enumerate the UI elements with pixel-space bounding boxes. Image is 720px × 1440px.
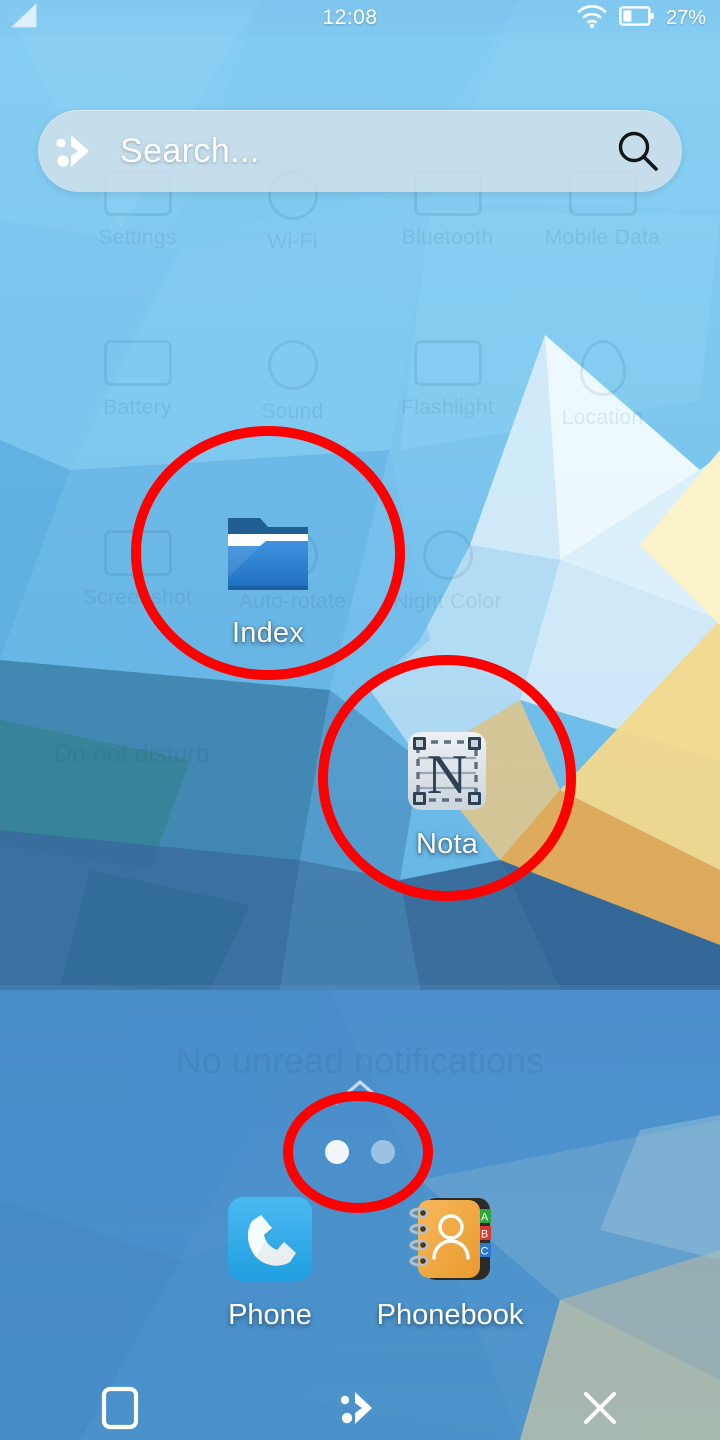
svg-text:N: N <box>427 744 467 806</box>
page-dot-2[interactable] <box>371 1140 395 1164</box>
app-label: Phonebook <box>376 1299 524 1331</box>
close-x-icon <box>578 1386 622 1435</box>
svg-text:B: B <box>481 1229 488 1241</box>
app-label: Phone <box>228 1299 312 1331</box>
magnifier-icon[interactable] <box>594 128 682 174</box>
battery-icon <box>619 4 655 33</box>
navigation-bar <box>0 1380 720 1440</box>
wifi-icon <box>576 3 608 34</box>
status-bar-center: 12:08 <box>170 6 530 30</box>
kde-plasma-logo-icon <box>38 127 114 175</box>
svg-text:C: C <box>481 1246 489 1258</box>
dock-app-phonebook[interactable]: A B C Phonebook <box>355 1195 545 1332</box>
chevron-up-icon[interactable] <box>330 1075 390 1114</box>
dock-app-phone[interactable]: Phone <box>175 1195 365 1332</box>
status-bar-left <box>0 2 170 35</box>
app-label: Index <box>232 617 304 649</box>
note-editor-icon: N <box>352 730 542 817</box>
app-label: Nota <box>415 828 479 860</box>
desktop-app-nota[interactable]: N Nota <box>352 730 542 861</box>
status-bar: 12:08 27% <box>0 0 720 36</box>
kde-plasma-logo-icon <box>337 1385 383 1436</box>
home-button[interactable] <box>240 1380 480 1440</box>
square-outline-icon <box>99 1384 141 1437</box>
address-book-icon: A B C <box>355 1195 545 1288</box>
signal-triangle-icon <box>10 2 40 35</box>
svg-text:A: A <box>481 1212 489 1224</box>
desktop-app-index[interactable]: Index <box>173 505 363 650</box>
overview-button[interactable] <box>0 1380 240 1440</box>
status-bar-right: 27% <box>530 3 720 34</box>
home-screen: Settings Wi-Fi Bluetooth Mobile Data Bat… <box>0 0 720 1440</box>
search-bar[interactable]: Search... <box>38 110 682 192</box>
search-input-placeholder[interactable]: Search... <box>114 132 594 171</box>
phone-handset-icon <box>175 1195 365 1288</box>
battery-percent-label: 27% <box>665 6 706 29</box>
clock: 12:08 <box>322 6 378 29</box>
page-dot-1[interactable] <box>325 1140 349 1164</box>
close-button[interactable] <box>480 1380 720 1440</box>
page-indicator-dots[interactable] <box>0 1140 720 1164</box>
folder-icon <box>173 505 363 606</box>
